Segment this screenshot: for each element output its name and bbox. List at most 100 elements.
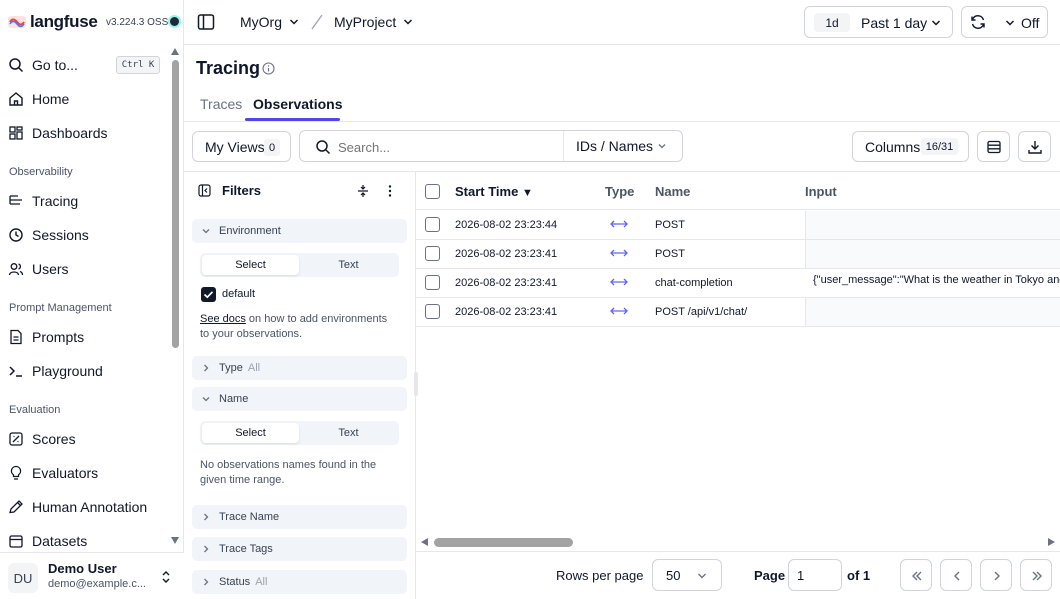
panel-resize-handle[interactable] <box>414 372 418 396</box>
environment-help-rest: on how to add environments <box>245 313 388 325</box>
mode-text-option[interactable]: Text <box>300 255 397 275</box>
rows-per-page-select[interactable]: 50 <box>652 559 722 591</box>
sidebar-item-label: Prompts <box>32 329 85 345</box>
next-page-button[interactable] <box>980 559 1012 591</box>
row-checkbox[interactable] <box>425 246 440 261</box>
chevron-right-icon <box>204 364 209 372</box>
sidebar-item-label: Home <box>32 91 70 107</box>
previous-page-button[interactable] <box>940 559 972 591</box>
span-type-icon <box>610 220 628 228</box>
sidebar-item-dashboards[interactable]: Dashboards <box>8 120 168 146</box>
chevron-right-icon <box>994 571 1000 581</box>
column-name[interactable]: Name <box>655 184 690 199</box>
cell-start-time: 2026-08-02 23:23:41 <box>455 248 558 260</box>
chevron-down-icon <box>698 573 706 579</box>
facet-environment[interactable]: Environment <box>192 219 407 243</box>
project-selector[interactable]: MyProject <box>334 14 414 30</box>
sidebar-item-evaluators[interactable]: Evaluators <box>8 460 168 486</box>
refresh-icon <box>971 15 985 29</box>
facet-value: All <box>255 576 268 588</box>
row-checkbox[interactable] <box>425 275 440 290</box>
chevron-down-icon <box>289 19 299 25</box>
column-start-time[interactable]: Start Time ▼ <box>455 184 533 199</box>
project-name: MyProject <box>334 14 397 30</box>
chevrons-up-down-icon <box>162 571 170 583</box>
row-checkbox[interactable] <box>425 217 440 232</box>
download-button[interactable] <box>1018 131 1051 162</box>
sidebar-item-scores[interactable]: Scores <box>8 426 168 452</box>
user-menu[interactable]: DU Demo User demo@example.c... <box>0 552 184 599</box>
tab-observations[interactable]: Observations <box>253 96 342 112</box>
mode-select-option[interactable]: Select <box>202 255 299 275</box>
sidebar-scrollbar[interactable] <box>172 60 179 348</box>
name-empty-line2: given time range. <box>200 474 285 486</box>
user-name: Demo User <box>48 561 117 576</box>
sidebar-scroll-up[interactable] <box>171 48 179 55</box>
chevrons-left-icon <box>912 571 922 581</box>
select-all-checkbox[interactable] <box>425 184 440 199</box>
org-selector[interactable]: MyOrg <box>240 14 300 30</box>
chevron-right-icon <box>204 578 209 586</box>
my-views-button[interactable]: My Views 0 <box>192 131 291 162</box>
panel-collapse-icon[interactable] <box>198 184 211 197</box>
langfuse-logo[interactable]: langfuse <box>8 12 98 32</box>
mode-select-option[interactable]: Select <box>202 423 299 443</box>
chevron-down-icon <box>1005 20 1015 26</box>
users-icon <box>8 263 24 276</box>
cell-input <box>805 240 1060 268</box>
first-page-button[interactable] <box>900 559 932 591</box>
last-page-button[interactable] <box>1020 559 1052 591</box>
scroll-right-arrow[interactable] <box>1048 538 1055 546</box>
filters-title: Filters <box>222 183 262 198</box>
facet-label: Status <box>219 576 251 588</box>
sidebar-item-home[interactable]: Home <box>8 86 168 112</box>
facet-trace-tags[interactable]: Trace Tags <box>192 537 407 561</box>
scroll-left-arrow[interactable] <box>421 538 428 546</box>
mode-text-option[interactable]: Text <box>300 423 397 443</box>
search-mode-select[interactable]: IDs / Names <box>564 131 682 161</box>
sidebar-item-datasets[interactable]: Datasets <box>8 528 168 554</box>
page-title: Tracing <box>196 58 261 78</box>
sidebar-scroll-down[interactable] <box>171 537 179 544</box>
sidebar-item-prompts[interactable]: Prompts <box>8 324 168 350</box>
sidebar-toggle-icon[interactable] <box>197 13 215 31</box>
sidebar-item-sessions[interactable]: Sessions <box>8 222 168 248</box>
facet-status[interactable]: Status All <box>192 570 407 594</box>
search-input[interactable] <box>338 137 558 157</box>
column-input[interactable]: Input <box>805 184 837 199</box>
sidebar-item-human-annotation[interactable]: Human Annotation <box>8 494 168 520</box>
row-density-button[interactable] <box>977 131 1010 162</box>
tab-traces[interactable]: Traces <box>200 96 242 112</box>
sidebar-item-playground[interactable]: Playground <box>8 358 168 384</box>
columns-button[interactable]: Columns 16/31 <box>852 131 969 162</box>
collapse-all-icon[interactable] <box>356 184 370 198</box>
scroll-thumb[interactable] <box>434 538 573 547</box>
search-icon <box>316 140 331 155</box>
chevron-down-icon <box>658 144 666 149</box>
facet-label: Name <box>219 393 249 405</box>
database-icon <box>9 535 23 548</box>
environment-default-checkbox[interactable] <box>201 287 216 302</box>
rows-per-page-value: 50 <box>666 568 681 583</box>
time-range-selector[interactable]: 1d Past 1 day <box>804 6 953 38</box>
terminal-icon <box>9 366 22 377</box>
see-docs-link[interactable]: See docs <box>200 313 246 325</box>
sidebar-item-tracing[interactable]: Tracing <box>8 188 168 214</box>
page-input[interactable] <box>788 559 842 591</box>
page-label: Page <box>754 568 786 583</box>
facet-trace-name[interactable]: Trace Name <box>192 505 407 529</box>
sidebar-item-users[interactable]: Users <box>8 256 168 282</box>
environment-default-label: default <box>222 288 256 300</box>
chevron-down-icon <box>202 229 210 234</box>
info-icon[interactable] <box>262 62 275 75</box>
cell-input <box>805 211 1060 239</box>
user-email: demo@example.c... <box>48 578 146 590</box>
column-type[interactable]: Type <box>605 184 634 199</box>
facet-type[interactable]: Type All <box>192 356 407 380</box>
facet-name[interactable]: Name <box>192 387 407 411</box>
more-options-icon[interactable] <box>387 184 393 198</box>
row-checkbox[interactable] <box>425 304 440 319</box>
environment-help-text: See docs on how to add environments <box>200 312 387 327</box>
facet-label: Trace Tags <box>219 543 273 555</box>
auto-refresh-selector[interactable]: Off <box>961 6 1048 38</box>
